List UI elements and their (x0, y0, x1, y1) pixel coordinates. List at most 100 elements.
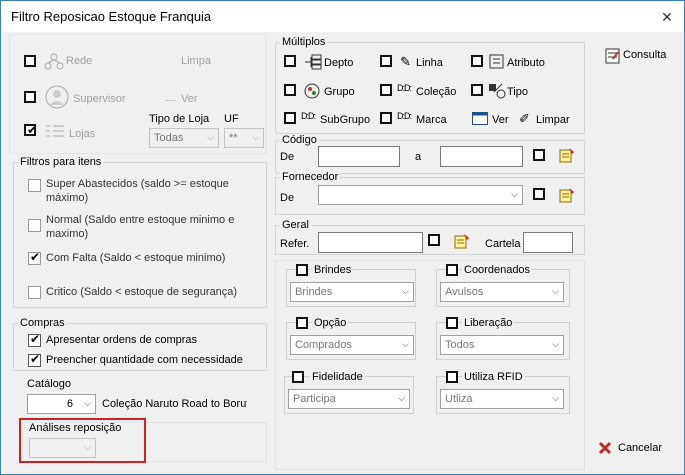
cancel-x-icon (598, 441, 612, 455)
linha-label[interactable]: Linha (416, 57, 443, 69)
filtro-checkbox-3[interactable] (28, 286, 41, 299)
liberacao-checkbox[interactable] (446, 317, 458, 329)
coordenados-group: Coordenados Avulsos ⌵ (436, 264, 570, 307)
linha-checkbox[interactable] (380, 55, 392, 67)
uf-label: UF (224, 113, 239, 125)
stores-list-icon (46, 125, 64, 137)
codigo-a-label: a (415, 151, 422, 163)
marca-label[interactable]: Marca (416, 114, 447, 126)
brindes-checkbox[interactable] (296, 264, 308, 276)
analises-label: Análises reposição (29, 422, 122, 434)
chevron-down-icon: ⌵ (402, 286, 409, 296)
codigo-checkbox[interactable] (533, 149, 545, 161)
rede-checkbox[interactable] (24, 55, 36, 67)
grupo-label[interactable]: Grupo (324, 86, 355, 98)
filtros-title: Filtros para itens (18, 156, 104, 168)
coordenados-label: Coordenados (462, 264, 533, 276)
limpa-link[interactable]: Limpa (181, 55, 211, 67)
atributo-label[interactable]: Atributo (507, 57, 545, 69)
multiplos-title: Múltiplos (280, 36, 328, 48)
refer-input[interactable] (318, 232, 423, 253)
codigo-search-icon[interactable] (558, 146, 576, 164)
fidelidade-value: Participa (293, 393, 336, 405)
supervisor-checkbox[interactable] (24, 91, 36, 103)
atributo-checkbox[interactable] (471, 55, 483, 67)
filtro-checkbox-2[interactable]: ✔ (28, 250, 41, 265)
subgrupo-label[interactable]: SubGrupo (320, 114, 370, 126)
fornecedor-de-label: De (280, 192, 295, 204)
grupo-icon (304, 83, 320, 99)
codigo-de-input[interactable] (318, 146, 400, 167)
filtro-label-2: Com Falta (Saldo < estoque minimo) (46, 252, 226, 264)
ver-dots-icon: ..... (164, 93, 177, 103)
opcao-select[interactable]: Comprados ⌵ (290, 335, 414, 355)
rfid-select[interactable]: Utliza ⌵ (440, 389, 564, 409)
liberacao-select[interactable]: Todos ⌵ (440, 335, 564, 355)
cartela-input[interactable] (523, 232, 573, 253)
catalogo-select[interactable]: 6 ⌵ (27, 394, 96, 414)
fidelidade-select[interactable]: Participa ⌵ (288, 389, 410, 409)
catalogo-label: Catálogo (27, 378, 72, 390)
uf-select[interactable]: ** ⌵ (224, 128, 264, 148)
compras-checkbox-1[interactable]: ✔ (28, 352, 41, 367)
ver-link[interactable]: Ver (181, 93, 198, 105)
marca-checkbox[interactable] (380, 112, 392, 124)
consulta-label: Consulta (623, 49, 667, 61)
rfid-value: Utliza (445, 393, 473, 405)
grupo-checkbox[interactable] (284, 84, 296, 96)
rfid-checkbox[interactable] (446, 371, 458, 383)
multiplos-group: Múltiplos Depto ✎ Linha Atributo Grupo D… (275, 36, 585, 134)
close-icon[interactable]: ✕ (657, 9, 677, 25)
depto-checkbox[interactable] (284, 55, 296, 67)
filtro-checkbox-1[interactable] (28, 219, 41, 232)
fornecedor-search-icon[interactable] (558, 186, 576, 204)
filtro-checkbox-0[interactable] (28, 179, 41, 192)
refer-checkbox[interactable] (428, 234, 440, 246)
supervisor-label[interactable]: Supervisor (73, 93, 126, 105)
coordenados-select[interactable]: Avulsos ⌵ (440, 282, 564, 302)
chevron-down-icon: ⌵ (252, 132, 259, 142)
opcao-value: Comprados (295, 339, 352, 351)
colecao-checkbox[interactable] (380, 84, 392, 96)
filtros-group: Filtros para itens Super Abastecidos (sa… (13, 156, 267, 308)
brindes-select[interactable]: Brindes ⌵ (290, 282, 414, 302)
consulta-icon (605, 48, 620, 64)
codigo-ate-input[interactable] (440, 146, 523, 167)
fidelidade-checkbox[interactable] (292, 371, 304, 383)
tipo-loja-select[interactable]: Todas ⌵ (149, 128, 219, 148)
opcao-checkbox[interactable] (296, 317, 308, 329)
limpar-link[interactable]: Limpar (536, 114, 570, 126)
chevron-down-icon: ⌵ (398, 393, 405, 403)
cancelar-button[interactable]: Cancelar (596, 438, 672, 458)
opcao-group: Opção Comprados ⌵ (286, 317, 416, 360)
tipo-icon (489, 83, 506, 99)
fornecedor-checkbox[interactable] (533, 188, 545, 200)
subgrupo-checkbox[interactable] (284, 112, 296, 124)
ver-multiplos-link[interactable]: Ver (492, 114, 509, 126)
codigo-group: Código De a (275, 134, 585, 174)
catalogo-number: 6 (66, 398, 73, 410)
consulta-button[interactable]: Consulta (602, 47, 672, 65)
chevron-down-icon: ⌵ (552, 286, 559, 296)
store-selection-group: Rede Limpa Supervisor ..... Ver ✔ Lojas … (9, 34, 267, 154)
depto-label[interactable]: Depto (324, 57, 353, 69)
lojas-checkbox[interactable]: ✔ (24, 123, 37, 137)
filtro-label-0b: máximo) (46, 192, 89, 204)
fidelidade-group: Fidelidade Participa ⌵ (284, 371, 414, 414)
coordenados-checkbox[interactable] (446, 264, 458, 276)
linha-icon: ✎ (400, 54, 411, 69)
tipo-label[interactable]: Tipo (507, 86, 528, 98)
fornecedor-select[interactable]: ⌵ (318, 185, 523, 205)
analises-select[interactable]: ⌵ (29, 438, 96, 458)
rede-label[interactable]: Rede (66, 55, 92, 67)
network-icon (44, 53, 64, 70)
compras-checkbox-0[interactable]: ✔ (28, 332, 41, 347)
rfid-group: Utiliza RFID Utliza ⌵ (436, 371, 570, 414)
tipo-checkbox[interactable] (471, 84, 483, 96)
refer-search-icon[interactable] (453, 232, 471, 250)
colecao-label[interactable]: Coleção (416, 86, 456, 98)
colecao-icon: D:D: (397, 83, 412, 93)
compras-label-1: Preencher quantidade com necessidade (46, 354, 243, 366)
supervisor-icon (45, 85, 69, 109)
lojas-label[interactable]: Lojas (69, 128, 95, 140)
